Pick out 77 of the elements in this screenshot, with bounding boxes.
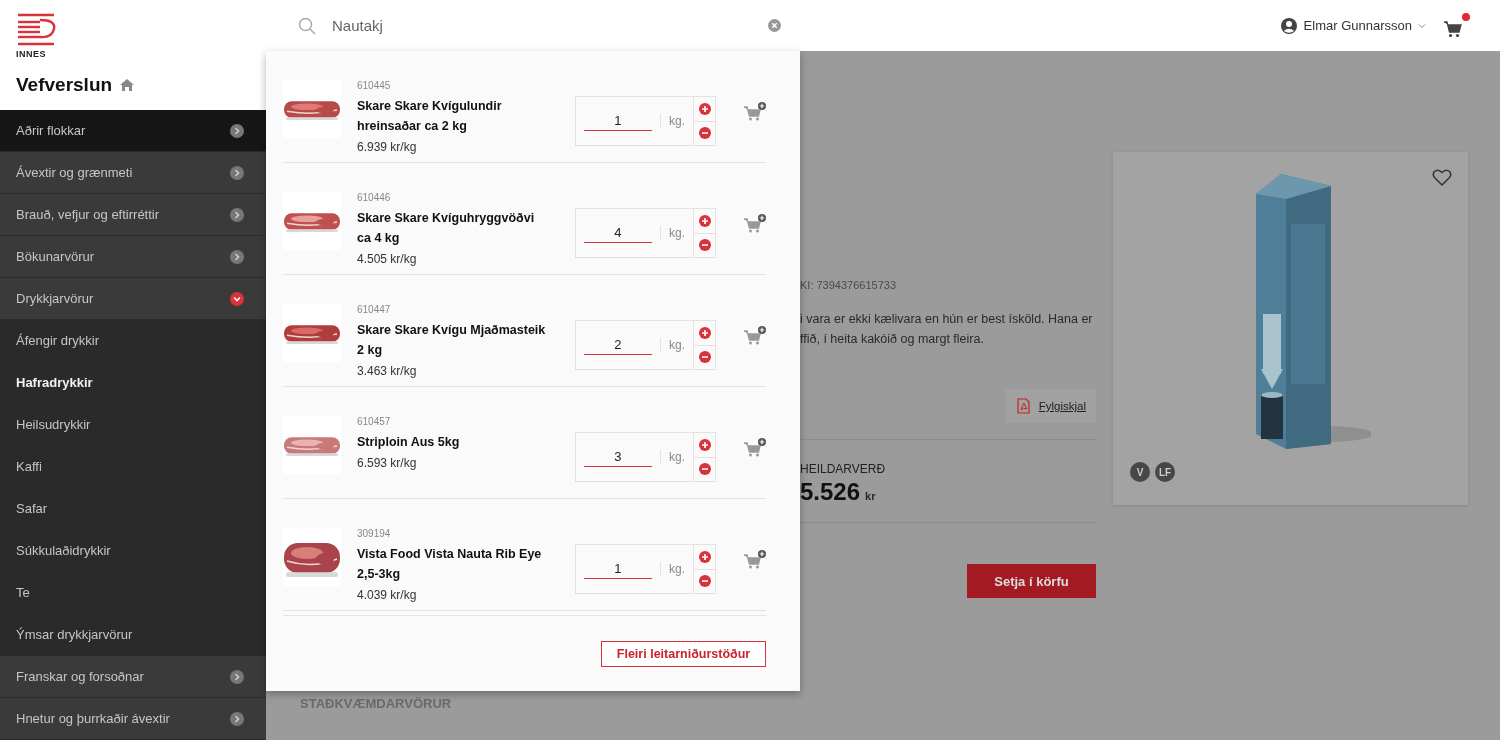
user-menu[interactable]: Elmar Gunnarsson <box>1279 16 1426 35</box>
page-title: Vefverslun <box>16 74 113 96</box>
currency-text: kr <box>865 490 876 502</box>
minus-icon <box>698 239 711 252</box>
search-field[interactable]: Nautakj <box>330 16 754 35</box>
plus-icon <box>698 550 711 563</box>
product-name[interactable]: Skare Skare Kvígu Mjaðmasteik 2 kg <box>357 320 551 360</box>
search-icon[interactable] <box>298 16 316 35</box>
plus-icon <box>698 102 711 115</box>
unit-label: kg. <box>660 562 685 576</box>
product-code: 610447 <box>357 304 392 315</box>
caret-icon <box>1418 22 1426 29</box>
product-code: 610446 <box>357 192 392 203</box>
chevron-right-icon <box>230 165 244 180</box>
category-item[interactable]: Ávextir og grænmeti <box>0 152 266 194</box>
unit-label: kg. <box>660 226 685 240</box>
minus-icon <box>698 351 711 364</box>
product-code: 610457 <box>357 416 392 427</box>
plus-icon <box>698 214 711 227</box>
chevron-right-icon <box>230 207 244 222</box>
product-name[interactable]: Skare Skare Kvígulundir hreinsaðar ca 2 kg <box>357 96 551 136</box>
category-item[interactable]: Hnetur og þurrkaðir ávextir <box>0 698 266 740</box>
product-name[interactable]: Striploin Aus 5kg <box>357 432 551 452</box>
category-item[interactable]: Bökunarvörur <box>0 236 266 278</box>
heart-icon[interactable] <box>1432 168 1452 186</box>
category-item[interactable]: Franskar og forsoðnar <box>0 656 266 698</box>
add-to-cart-button[interactable]: Setja í körfu <box>967 564 1096 598</box>
quantity-field[interactable]: 3 <box>584 447 652 467</box>
product-price: 4.505 kr/kg <box>357 252 418 266</box>
unit-label: kg. <box>660 114 685 128</box>
product-name[interactable]: Vista Food Vista Nauta Rib Eye 2,5-3kg <box>357 544 551 584</box>
add-to-cart-icon[interactable] <box>744 326 766 345</box>
chevron-right-icon <box>230 123 244 138</box>
chevron-right-icon <box>230 669 244 684</box>
category-item[interactable]: Aðrir flokkar <box>0 110 266 152</box>
add-to-cart-icon[interactable] <box>744 214 766 233</box>
add-to-cart-icon[interactable] <box>744 550 766 569</box>
product-price: 3.463 kr/kg <box>357 364 418 378</box>
unit-label: kg. <box>660 338 685 352</box>
quantity-field[interactable]: 1 <box>584 559 652 579</box>
logo[interactable]: INNES <box>16 12 56 59</box>
add-to-cart-icon[interactable] <box>744 102 766 121</box>
quantity-field[interactable]: 2 <box>584 335 652 355</box>
plus-icon <box>698 438 711 451</box>
barcode-text: KI: 7394376615733 <box>800 279 898 291</box>
product-name[interactable]: Skare Skare Kvíguhryggvöðvi ca 4 kg <box>357 208 551 248</box>
home-icon[interactable] <box>120 78 135 92</box>
more-results-button[interactable]: Fleiri leitarniðurstöður <box>601 641 766 667</box>
description-text: ffið, í heita kakóið og margt fleira. <box>800 331 985 348</box>
quantity-field[interactable]: 4 <box>584 223 652 243</box>
product-price: 4.039 kr/kg <box>357 588 418 602</box>
minus-icon <box>698 127 711 140</box>
product-code: 309194 <box>357 528 392 539</box>
user-icon <box>1279 16 1298 35</box>
diet-badge: LF <box>1155 462 1175 482</box>
diet-badge: V <box>1130 462 1150 482</box>
total-label: HEILDARVERÐ <box>800 462 887 476</box>
clear-icon[interactable] <box>768 19 781 32</box>
chevron-down-icon <box>230 291 244 306</box>
category-item[interactable]: Brauð, vefjur og eftirréttir <box>0 194 266 236</box>
add-to-cart-icon[interactable] <box>744 438 766 457</box>
chevron-right-icon <box>230 249 244 264</box>
minus-icon <box>698 575 711 588</box>
cart-icon[interactable] <box>1444 21 1462 38</box>
product-code: 610445 <box>357 80 392 91</box>
product-price: 6.593 kr/kg <box>357 456 418 470</box>
unit-label: kg. <box>660 450 685 464</box>
product-price: 6.939 kr/kg <box>357 140 418 154</box>
attachment-link[interactable]: Fylgiskjal <box>1005 389 1096 423</box>
description-text: i vara er ekki kælivara en hún er best ísköld. Hana er <box>800 311 1094 328</box>
total-price: 5.526 <box>800 478 861 506</box>
pdf-icon <box>1015 398 1031 414</box>
minus-icon <box>698 463 711 476</box>
chevron-right-icon <box>230 711 244 726</box>
quantity-field[interactable]: 1 <box>584 111 652 131</box>
category-item[interactable]: Drykkjarvörur <box>0 278 266 320</box>
plus-icon <box>698 326 711 339</box>
